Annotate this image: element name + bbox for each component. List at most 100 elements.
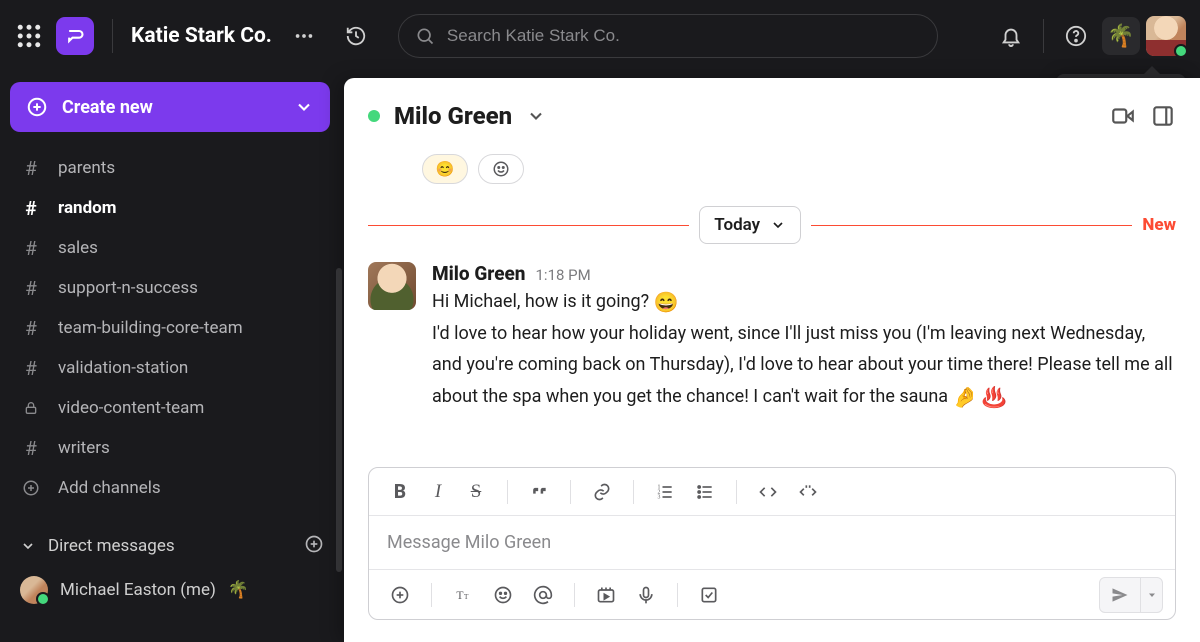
channel-label: video-content-team bbox=[58, 398, 204, 418]
app-logo[interactable] bbox=[56, 17, 94, 55]
add-dm-button[interactable] bbox=[304, 534, 324, 559]
apps-grid-icon[interactable] bbox=[14, 21, 44, 51]
formatting-toggle[interactable]: TT bbox=[444, 577, 482, 613]
date-chip-label: Today bbox=[714, 215, 760, 235]
add-channels-button[interactable]: Add channels bbox=[6, 468, 338, 508]
search-bar bbox=[398, 14, 938, 58]
message-line: Hi Michael, how is it going? bbox=[432, 291, 654, 312]
send-options-caret[interactable] bbox=[1140, 578, 1162, 612]
hash-icon: # bbox=[20, 157, 42, 180]
message-author[interactable]: Milo Green bbox=[432, 262, 526, 285]
emoji-button[interactable] bbox=[484, 577, 522, 613]
unordered-list-button[interactable] bbox=[686, 474, 724, 510]
channel-writers[interactable]: #writers bbox=[6, 428, 338, 468]
chat-panel: Milo Green 😊 Today New bbox=[344, 78, 1200, 642]
workspace-more-icon[interactable] bbox=[284, 16, 324, 56]
divider bbox=[1043, 19, 1044, 53]
message: Milo Green 1:18 PM Hi Michael, how is it… bbox=[368, 262, 1176, 414]
search-field[interactable] bbox=[398, 14, 938, 58]
channel-label: sales bbox=[58, 238, 98, 258]
channel-random[interactable]: #random bbox=[6, 188, 338, 228]
toolbar-separator bbox=[677, 583, 678, 607]
toolbar-separator bbox=[574, 583, 575, 607]
italic-button[interactable]: I bbox=[419, 474, 457, 510]
toolbar-separator bbox=[431, 583, 432, 607]
status-emoji-button[interactable]: 🌴 bbox=[1102, 17, 1140, 55]
video-clip-button[interactable] bbox=[587, 577, 625, 613]
shortcuts-button[interactable] bbox=[690, 577, 728, 613]
date-divider: Today New bbox=[368, 206, 1176, 244]
topbar-right: 🌴 bbox=[991, 16, 1186, 56]
channel-team-building-core-team[interactable]: #team-building-core-team bbox=[6, 308, 338, 348]
reaction-pill[interactable]: 😊 bbox=[422, 154, 468, 184]
ordered-list-button[interactable]: 123 bbox=[646, 474, 684, 510]
presence-indicator bbox=[1174, 44, 1188, 58]
create-new-label: Create new bbox=[62, 97, 153, 118]
channel-support-n-success[interactable]: #support-n-success bbox=[6, 268, 338, 308]
chevron-down-icon bbox=[770, 217, 786, 233]
video-call-icon[interactable] bbox=[1110, 103, 1136, 129]
new-messages-label: New bbox=[1142, 215, 1176, 235]
send-icon bbox=[1100, 578, 1140, 612]
message-time: 1:18 PM bbox=[536, 266, 591, 284]
sidebar-scrollbar[interactable] bbox=[336, 268, 342, 572]
chat-header: Milo Green bbox=[344, 78, 1200, 154]
chevron-down-icon[interactable] bbox=[526, 106, 546, 126]
user-avatar[interactable] bbox=[1146, 16, 1186, 56]
channel-label: support-n-success bbox=[58, 278, 198, 298]
smile-icon bbox=[492, 160, 510, 178]
create-new-button[interactable]: Create new bbox=[10, 82, 330, 132]
code-block-button[interactable] bbox=[789, 474, 827, 510]
channel-sales[interactable]: #sales bbox=[6, 228, 338, 268]
svg-text:T: T bbox=[456, 589, 463, 602]
dm-michael-easton[interactable]: Michael Easton (me) 🌴 bbox=[6, 568, 338, 612]
lock-icon bbox=[20, 400, 42, 416]
toolbar-separator bbox=[736, 480, 737, 504]
sidebar-channel-list: #parents #random #sales #support-n-succe… bbox=[0, 148, 344, 642]
message-avatar[interactable] bbox=[368, 262, 416, 310]
date-chip[interactable]: Today bbox=[699, 206, 801, 244]
link-button[interactable] bbox=[583, 474, 621, 510]
message-body: I'd love to hear how your holiday went, … bbox=[432, 323, 1173, 407]
send-button[interactable] bbox=[1099, 577, 1163, 613]
channel-parents[interactable]: #parents bbox=[6, 148, 338, 188]
notifications-icon[interactable] bbox=[991, 16, 1031, 56]
add-channels-label: Add channels bbox=[58, 478, 161, 498]
message-list: 😊 Today New Milo Green bbox=[344, 154, 1200, 449]
format-toolbar: B I S 123 bbox=[369, 468, 1175, 516]
mention-button[interactable] bbox=[524, 577, 562, 613]
message-composer: B I S 123 Message Milo Green TT bbox=[368, 467, 1176, 620]
toolbar-separator bbox=[570, 480, 571, 504]
dm-status-emoji: 🌴 bbox=[228, 580, 249, 600]
svg-text:T: T bbox=[464, 592, 469, 601]
divider bbox=[112, 19, 113, 53]
quote-button[interactable] bbox=[520, 474, 558, 510]
chevron-down-icon bbox=[20, 538, 36, 554]
composer-input[interactable]: Message Milo Green bbox=[369, 516, 1175, 569]
emoji: ♨️ bbox=[982, 385, 1007, 409]
presence-dot bbox=[368, 110, 380, 122]
toolbar-separator bbox=[633, 480, 634, 504]
chat-title[interactable]: Milo Green bbox=[394, 102, 512, 130]
strikethrough-button[interactable]: S bbox=[457, 474, 495, 510]
audio-clip-button[interactable] bbox=[627, 577, 665, 613]
add-reaction-button[interactable] bbox=[478, 154, 524, 184]
direct-messages-header[interactable]: Direct messages bbox=[6, 524, 338, 568]
channel-label: validation-station bbox=[58, 358, 188, 378]
workspace-name[interactable]: Katie Stark Co. bbox=[131, 24, 272, 48]
hash-icon: # bbox=[20, 317, 42, 340]
plus-circle-icon bbox=[26, 96, 48, 118]
channel-label: random bbox=[58, 198, 116, 218]
code-button[interactable] bbox=[749, 474, 787, 510]
attach-button[interactable] bbox=[381, 577, 419, 613]
channel-video-content-team[interactable]: video-content-team bbox=[6, 388, 338, 428]
dm-label: Michael Easton (me) bbox=[60, 580, 216, 600]
message-text: Hi Michael, how is it going? 😄 I'd love … bbox=[432, 285, 1176, 414]
sidebar: Create new #parents #random #sales #supp… bbox=[0, 72, 344, 642]
search-input[interactable] bbox=[447, 26, 921, 46]
bold-button[interactable]: B bbox=[381, 474, 419, 510]
channel-validation-station[interactable]: #validation-station bbox=[6, 348, 338, 388]
history-icon[interactable] bbox=[336, 16, 376, 56]
help-icon[interactable] bbox=[1056, 16, 1096, 56]
chat-details-icon[interactable] bbox=[1150, 103, 1176, 129]
